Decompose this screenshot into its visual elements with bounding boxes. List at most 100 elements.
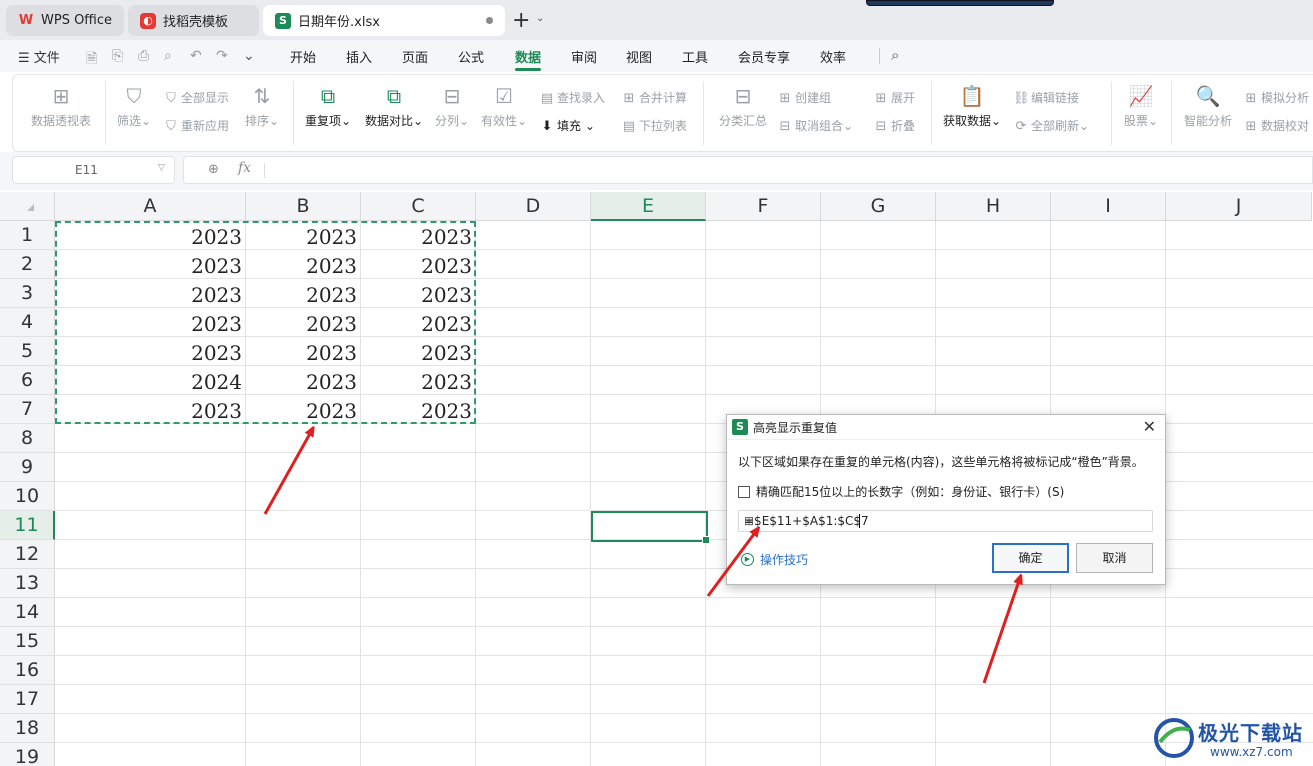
search-icon[interactable]: ⌕ [891,46,899,64]
menu-formula[interactable]: 公式 [458,47,484,66]
unsaved-dot-icon[interactable] [486,17,493,24]
column-header-e[interactable]: E [591,192,706,221]
row-header-5[interactable]: 5 [0,337,55,366]
sort-button[interactable]: ⇅ 排序⌄ [243,83,281,129]
reapply-button[interactable]: ⛉ 重新应用 [163,117,229,134]
merge-calc-button[interactable]: ⊞ 合并计算 [621,89,687,106]
subtotal-button[interactable]: ⊟ 分类汇总 [713,83,773,129]
save-icon[interactable]: 🗎 [86,48,97,72]
checkbox-box[interactable] [738,485,750,498]
column-header-j[interactable]: J [1166,192,1312,221]
row-header-3[interactable]: 3 [0,279,55,308]
menu-insert[interactable]: 插入 [346,47,372,66]
row-header-10[interactable]: 10 [0,482,55,511]
range-select-icon[interactable]: ⊞ [744,514,1147,528]
row-header-11[interactable]: 11 [0,511,55,540]
subtotal-icon: ⊟ [734,84,752,108]
name-box[interactable]: E11 ▽ [12,156,175,184]
active-cell-e11[interactable] [591,511,710,544]
column-header-d[interactable]: D [476,192,591,221]
row-header-16[interactable]: 16 [0,656,55,685]
tips-link[interactable]: ▶ 操作技巧 [741,551,808,568]
row-header-8[interactable]: 8 [0,424,55,453]
quick-access-chevron-icon[interactable]: ⌄ [243,48,255,64]
smart-analysis-button[interactable]: 🔍 智能分析 [1181,83,1235,129]
row-header-6[interactable]: 6 [0,366,55,395]
row-header-19[interactable]: 19 [0,743,55,766]
name-box-chevron-icon[interactable]: ▽ [158,163,165,173]
row-header-1[interactable]: 1 [0,221,55,250]
filter-icon: ⛉ [126,84,142,108]
fill-button[interactable]: ⬇ 填充 ⌄ [539,117,595,134]
stocks-button[interactable]: 📈 股票⌄ [1121,83,1161,129]
row-header-15[interactable]: 15 [0,627,55,656]
lookup-entry-button[interactable]: ▤ 查找录入 [539,89,605,106]
column-header-b[interactable]: B [246,192,361,221]
print-icon[interactable]: ⎙ [138,48,149,64]
expand-button[interactable]: ⊞ 展开 [873,89,915,106]
menu-file-label: 文件 [33,51,60,66]
column-header-i[interactable]: I [1051,192,1166,221]
data-check-button[interactable]: ⊞ 数据校对 [1243,117,1309,134]
validity-button[interactable]: ☑ 有效性⌄ [479,83,529,129]
get-data-button[interactable]: 📋 获取数据⌄ [941,83,1003,129]
ungroup-button[interactable]: ⊟ 取消组合⌄ [777,117,854,134]
new-tab-plus-icon[interactable]: + [512,8,530,33]
dropdown-list-button[interactable]: ▤ 下拉列表 [621,117,687,134]
ok-button[interactable]: 确定 [992,543,1069,573]
tab-template[interactable]: ◐ 找稻壳模板 [128,5,259,36]
pivot-table-button[interactable]: ⊞ 数据透视表 [31,83,91,129]
close-icon[interactable]: ✕ [1143,417,1156,436]
zoom-search-icon[interactable]: ⊕ [208,162,219,177]
undo-icon[interactable]: ↶ [190,48,202,64]
menu-file[interactable]: ☰ 文件 [18,47,60,66]
print-preview-icon[interactable]: ⌕ [164,48,172,64]
row-header-7[interactable]: 7 [0,395,55,424]
column-header-a[interactable]: A [55,192,246,221]
show-all-icon: ⛉ [166,91,176,106]
data-compare-button[interactable]: ⧉ 数据对比⌄ [363,83,425,129]
menu-tools[interactable]: 工具 [682,47,708,66]
row-header-18[interactable]: 18 [0,714,55,743]
menu-review[interactable]: 审阅 [571,47,597,66]
tab-file[interactable]: S 日期年份.xlsx [263,5,505,36]
row-header-14[interactable]: 14 [0,598,55,627]
range-input[interactable]: =$E$11+$A$1:$C$7 ⊞ [738,510,1153,532]
column-header-g[interactable]: G [821,192,936,221]
create-group-button[interactable]: ⊞ 创建组 [777,89,831,106]
menu-member[interactable]: 会员专享 [738,47,790,66]
long-number-checkbox[interactable]: 精确匹配15位以上的长数字（例如：身份证、银行卡）(S) [738,483,1064,500]
row-header-9[interactable]: 9 [0,453,55,482]
column-header-h[interactable]: H [936,192,1051,221]
menu-page[interactable]: 页面 [402,47,428,66]
duplicates-icon: ⧉ [320,84,336,108]
row-header-17[interactable]: 17 [0,685,55,714]
refresh-all-button[interactable]: ⟳ 全部刷新⌄ [1013,117,1090,134]
simulate-analysis-button[interactable]: ⊞ 模拟分析 [1243,89,1309,106]
column-header-c[interactable]: C [361,192,476,221]
filter-button[interactable]: ⛉ 筛选⌄ [115,83,153,129]
spreadsheet-app-icon: S [732,419,748,435]
menu-efficiency[interactable]: 效率 [820,47,846,66]
split-column-button[interactable]: ⊟ 分列⌄ [433,83,471,129]
tab-wps-office[interactable]: W WPS Office [6,5,124,36]
collapse-button[interactable]: ⊟ 折叠 [873,117,915,134]
export-icon[interactable]: ⎘ [112,48,123,64]
redo-icon[interactable]: ↷ [216,48,228,64]
row-header-4[interactable]: 4 [0,308,55,337]
row-header-13[interactable]: 13 [0,569,55,598]
menu-view[interactable]: 视图 [626,47,652,66]
menu-data[interactable]: 数据 [515,47,541,66]
select-all-corner[interactable] [0,192,55,221]
column-header-f[interactable]: F [706,192,821,221]
cancel-button[interactable]: 取消 [1076,543,1153,573]
menu-home[interactable]: 开始 [290,47,316,66]
fx-icon[interactable]: fx [238,160,251,176]
formula-input[interactable]: ⊕ fx [183,156,1313,184]
tab-list-chevron-icon[interactable]: ⌄ [536,13,544,24]
row-header-2[interactable]: 2 [0,250,55,279]
row-header-12[interactable]: 12 [0,540,55,569]
duplicates-button[interactable]: ⧉ 重复项⌄ [303,83,353,129]
edit-links-button[interactable]: ⛓编辑链接 [1013,89,1079,106]
show-all-button[interactable]: ⛉ 全部显示 [163,89,229,106]
